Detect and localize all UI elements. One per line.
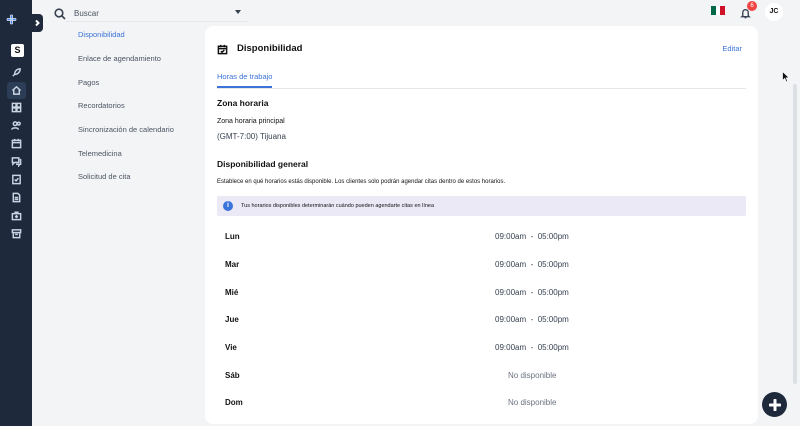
chevron-down-icon[interactable] [235, 10, 241, 14]
timezone-value: (GMT-7:00) Tijuana [217, 132, 286, 141]
schedule-row: Lun 09:00am - 05:00pm [225, 230, 745, 244]
tab-divider [217, 88, 746, 89]
schedule-row: Jue 09:00am - 05:00pm [225, 313, 745, 327]
schedule-row: Dom No disponible [225, 396, 745, 410]
expand-sidebar-button[interactable] [31, 14, 43, 32]
calendar-check-icon [217, 42, 229, 55]
day-name: Mié [225, 288, 239, 297]
day-unavailable: No disponible [508, 371, 557, 380]
timezone-heading: Zona horaria [217, 98, 269, 108]
schedule-row: Mar 09:00am - 05:00pm [225, 258, 745, 272]
mouse-cursor-icon [782, 71, 790, 83]
chevron-right-icon [35, 19, 40, 27]
search-icon[interactable] [54, 7, 66, 20]
day-name: Dom [225, 398, 243, 407]
checklist-icon[interactable] [10, 173, 23, 186]
timezone-label: Zona horaria principal [217, 118, 285, 125]
scrollbar[interactable] [793, 84, 797, 384]
users-icon[interactable] [10, 119, 23, 132]
rocket-icon[interactable] [10, 66, 23, 79]
day-hours: 09:00am - 05:00pm [495, 232, 569, 241]
settings-nav-item-telemedicina[interactable]: Telemedicina [78, 149, 122, 158]
day-name: Jue [225, 315, 239, 324]
edit-button[interactable]: Editar [722, 44, 742, 53]
day-hours: 09:00am - 05:00pm [495, 288, 569, 297]
app-logo-icon[interactable] [6, 12, 26, 32]
dashboard-icon[interactable] [10, 101, 23, 114]
calendar-icon[interactable] [10, 137, 23, 150]
workspace-badge[interactable]: S [11, 44, 24, 57]
search-input[interactable] [74, 6, 248, 20]
settings-nav-item-enlace[interactable]: Enlace de agendamiento [78, 54, 161, 63]
day-unavailable: No disponible [508, 398, 557, 407]
alert-text: Tus horarios disponibles determinarán cu… [241, 203, 435, 209]
plus-logo-icon [768, 398, 781, 411]
info-alert: i Tus horarios disponibles determinarán … [217, 196, 746, 216]
document-icon[interactable] [10, 191, 23, 204]
app-rail: S [0, 0, 32, 426]
quick-add-button[interactable] [762, 392, 787, 417]
page-title: Disponibilidad [237, 43, 303, 54]
availability-description: Establece en qué horarios estás disponib… [217, 179, 506, 185]
schedule-row: Sáb No disponible [225, 369, 745, 383]
info-icon: i [223, 201, 233, 211]
day-hours: 09:00am - 05:00pm [495, 343, 569, 352]
schedule-row: Mié 09:00am - 05:00pm [225, 286, 745, 300]
settings-nav-item-disponibilidad[interactable]: Disponibilidad [78, 30, 125, 39]
day-hours: 09:00am - 05:00pm [495, 315, 569, 324]
settings-nav-item-pagos[interactable]: Pagos [78, 78, 99, 87]
day-name: Sáb [225, 371, 240, 380]
settings-nav-item-solicitud[interactable]: Solicitud de cita [78, 172, 131, 181]
search-underline [66, 21, 248, 22]
mexico-flag-icon[interactable] [711, 6, 726, 15]
notification-count-badge: 6 [747, 1, 757, 11]
day-name: Mar [225, 260, 240, 269]
archive-icon[interactable] [10, 227, 23, 240]
day-name: Vie [225, 343, 237, 352]
home-icon[interactable] [7, 82, 26, 99]
chat-icon[interactable] [10, 155, 23, 168]
kit-icon[interactable] [10, 209, 23, 222]
schedule-row: Vie 09:00am - 05:00pm [225, 341, 745, 355]
day-name: Lun [225, 232, 240, 241]
availability-heading: Disponibilidad general [217, 159, 309, 169]
tab-horas-de-trabajo[interactable]: Horas de trabajo [217, 72, 272, 81]
availability-card: Disponibilidad Editar Horas de trabajo Z… [205, 26, 758, 424]
day-hours: 09:00am - 05:00pm [495, 260, 569, 269]
avatar[interactable]: JC [765, 3, 783, 21]
settings-nav-item-sincronizacion[interactable]: Sincronización de calendario [78, 125, 174, 134]
settings-nav-item-recordatorios[interactable]: Recordatorios [78, 101, 125, 110]
